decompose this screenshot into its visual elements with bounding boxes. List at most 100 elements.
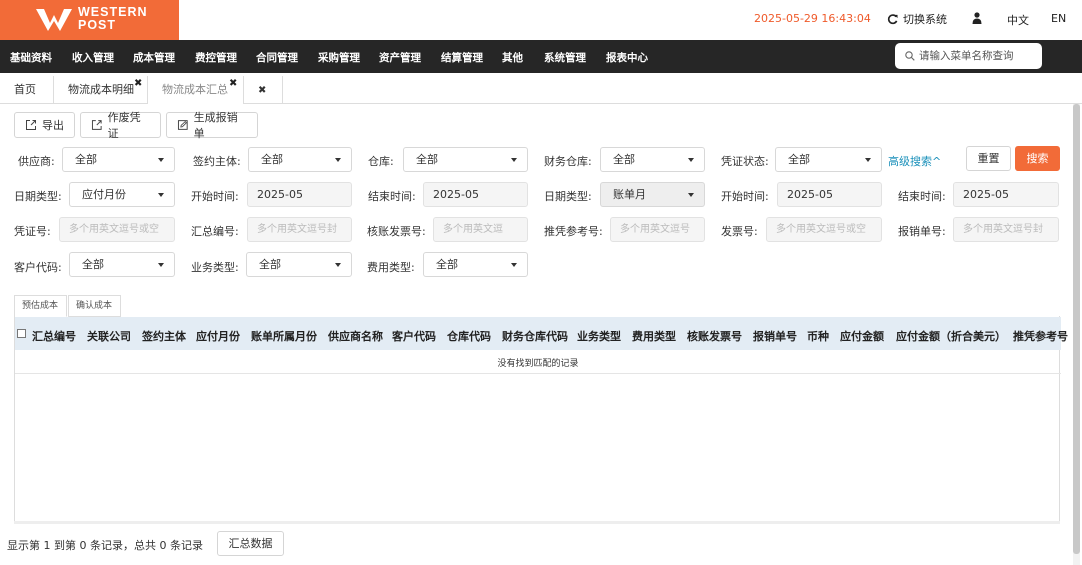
tab-estimated-cost[interactable]: 预估成本 xyxy=(14,295,67,317)
nav-item-purchase[interactable]: 采购管理 xyxy=(318,50,360,65)
lang-zh-button[interactable]: 中文 xyxy=(1007,12,1029,28)
void-voucher-button[interactable]: 作废凭证 xyxy=(80,111,161,140)
col-warehouse-code[interactable]: 仓库代码 xyxy=(447,328,491,344)
col-customer-code[interactable]: 客户代码 xyxy=(392,328,436,344)
top-header: WESTERN POST 2025-05-29 16:43:04 切换系统 中文… xyxy=(0,0,1082,40)
close-icon[interactable]: ✖ xyxy=(229,79,237,89)
nav-item-asset[interactable]: 资产管理 xyxy=(379,50,421,65)
nav-item-income[interactable]: 收入管理 xyxy=(72,50,114,65)
horizontal-scrollbar[interactable] xyxy=(14,521,1060,524)
nav-item-expense-control[interactable]: 费控管理 xyxy=(195,50,237,65)
caret-down-icon xyxy=(511,263,517,267)
customer-code-select[interactable]: 全部 xyxy=(69,252,175,277)
col-finance-warehouse-code[interactable]: 财务仓库代码 xyxy=(502,328,568,344)
caret-down-icon xyxy=(688,158,694,162)
empty-message: 没有找到匹配的记录 xyxy=(497,359,579,369)
void-voucher-label: 作废凭证 xyxy=(107,111,141,140)
finance-warehouse-select[interactable]: 全部 xyxy=(600,147,705,172)
reimburse-no-input[interactable]: 多个用英文逗号封 xyxy=(953,217,1059,242)
nav-item-other[interactable]: 其他 xyxy=(502,50,523,65)
caret-down-icon xyxy=(688,193,694,197)
business-type-select[interactable]: 全部 xyxy=(246,252,352,277)
caret-down-icon xyxy=(158,158,164,162)
warehouse-label: 仓库: xyxy=(368,155,394,168)
col-payable-month[interactable]: 应付月份 xyxy=(196,328,240,344)
col-bill-month[interactable]: 账单所属月份 xyxy=(251,328,317,344)
col-summary-no[interactable]: 汇总编号 xyxy=(32,328,76,344)
lang-en-button[interactable]: EN xyxy=(1051,12,1066,25)
generate-reimburse-button[interactable]: 生成报销单 xyxy=(166,111,258,140)
menu-search-box[interactable] xyxy=(895,43,1042,69)
caret-down-icon xyxy=(335,263,341,267)
tab-cost-summary-label: 物流成本汇总 xyxy=(162,83,228,96)
tab-confirmed-cost[interactable]: 确认成本 xyxy=(68,295,121,317)
finance-warehouse-label: 财务仓库: xyxy=(544,155,592,168)
company-logo[interactable]: WESTERN POST xyxy=(0,0,179,40)
menu-search-input[interactable] xyxy=(919,50,1037,62)
date-type-2-select[interactable]: 账单月 xyxy=(600,182,705,207)
switch-system-label: 切换系统 xyxy=(903,13,947,26)
user-icon[interactable] xyxy=(972,12,982,24)
col-fee-type[interactable]: 费用类型 xyxy=(632,328,676,344)
reset-button[interactable]: 重置 xyxy=(966,146,1011,171)
close-icon: ✖ xyxy=(258,85,267,96)
close-icon[interactable]: ✖ xyxy=(134,79,142,89)
close-all-tabs-button[interactable]: ✖ xyxy=(244,76,283,104)
switch-system-button[interactable]: 切换系统 xyxy=(887,11,947,27)
export-button[interactable]: 导出 xyxy=(14,112,75,138)
summary-no-label: 汇总编号: xyxy=(191,225,239,238)
tab-home[interactable]: 首页 xyxy=(0,76,54,104)
nav-item-report[interactable]: 报表中心 xyxy=(606,50,648,65)
summary-no-input[interactable]: 多个用英文逗号封 xyxy=(247,217,352,242)
start-time-2-label: 开始时间: xyxy=(721,190,769,203)
caret-down-icon xyxy=(865,158,871,162)
select-all-checkbox[interactable] xyxy=(17,329,26,338)
nav-item-basic-data[interactable]: 基础资料 xyxy=(10,50,52,65)
col-push-ref[interactable]: 推凭参考号 xyxy=(1013,328,1068,344)
caret-down-icon xyxy=(158,263,164,267)
export-label: 导出 xyxy=(42,119,64,132)
fee-type-select[interactable]: 全部 xyxy=(423,252,528,277)
invoice-no-input[interactable]: 多个用英文逗号或空 xyxy=(766,217,882,242)
col-verify-invoice[interactable]: 核账发票号 xyxy=(687,328,742,344)
customer-code-label: 客户代码: xyxy=(14,261,62,274)
col-payable-amount-usd[interactable]: 应付金额（折合美元） xyxy=(896,328,1006,344)
col-currency[interactable]: 币种 xyxy=(807,328,829,344)
col-payable-amount[interactable]: 应付金额 xyxy=(840,328,884,344)
tab-cost-summary[interactable]: 物流成本汇总 ✖ xyxy=(148,76,244,104)
logo-text: WESTERN POST xyxy=(78,6,148,32)
vertical-scrollbar-thumb[interactable] xyxy=(1073,104,1080,554)
voucher-no-input[interactable]: 多个用英文逗号或空 xyxy=(59,217,175,242)
nav-item-contract[interactable]: 合同管理 xyxy=(256,50,298,65)
tab-cost-detail[interactable]: 物流成本明细 ✖ xyxy=(54,76,148,104)
nav-item-cost[interactable]: 成本管理 xyxy=(133,50,175,65)
advanced-search-toggle[interactable]: 高级搜索^ xyxy=(888,153,941,169)
col-supplier-name[interactable]: 供应商名称 xyxy=(328,328,383,344)
summary-data-button[interactable]: 汇总数据 xyxy=(217,531,284,556)
nav-item-settlement[interactable]: 结算管理 xyxy=(441,50,483,65)
start-time-2-input[interactable]: 2025-05 xyxy=(777,182,882,207)
supplier-select[interactable]: 全部 xyxy=(62,147,175,172)
end-time-2-input[interactable]: 2025-05 xyxy=(953,182,1059,207)
fee-type-label: 费用类型: xyxy=(367,261,415,274)
end-time-2-label: 结束时间: xyxy=(898,190,946,203)
main-nav: 基础资料 收入管理 成本管理 费控管理 合同管理 采购管理 资产管理 结算管理 … xyxy=(0,40,1082,73)
col-related-company[interactable]: 关联公司 xyxy=(87,328,131,344)
search-button[interactable]: 搜索 xyxy=(1015,146,1060,171)
end-time-input[interactable]: 2025-05 xyxy=(423,182,528,207)
export-icon xyxy=(26,120,36,130)
col-reimburse-no[interactable]: 报销单号 xyxy=(753,328,797,344)
supplier-label: 供应商: xyxy=(18,155,55,168)
nav-item-system[interactable]: 系统管理 xyxy=(544,50,586,65)
col-signing-entity[interactable]: 签约主体 xyxy=(142,328,186,344)
signing-entity-label: 签约主体: xyxy=(193,155,241,168)
pagination-info: 显示第 1 到第 0 条记录，总共 0 条记录 xyxy=(7,539,203,552)
verify-invoice-input[interactable]: 多个用英文逗 xyxy=(433,217,528,242)
warehouse-select[interactable]: 全部 xyxy=(403,147,528,172)
col-business-type[interactable]: 业务类型 xyxy=(577,328,621,344)
push-ref-input[interactable]: 多个用英文逗号 xyxy=(610,217,705,242)
start-time-input[interactable]: 2025-05 xyxy=(247,182,352,207)
signing-entity-select[interactable]: 全部 xyxy=(248,147,352,172)
voucher-status-select[interactable]: 全部 xyxy=(775,147,882,172)
date-type-select[interactable]: 应付月份 xyxy=(69,182,175,207)
